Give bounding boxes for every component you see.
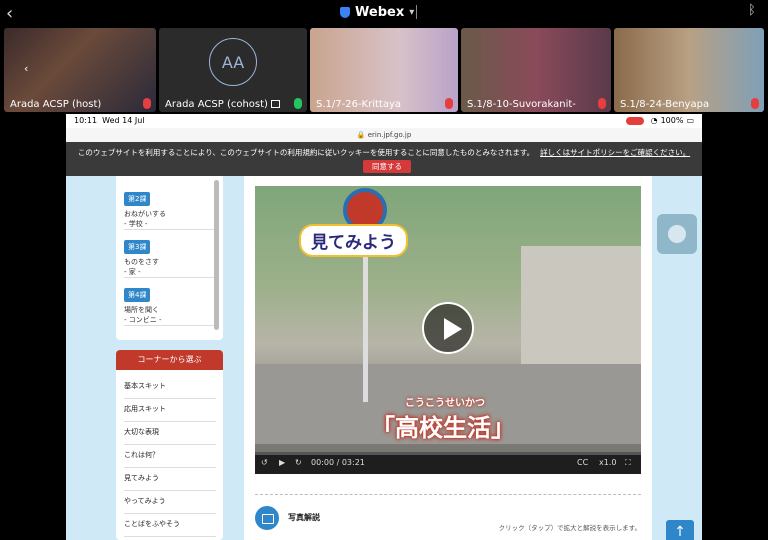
- bluetooth-icon[interactable]: ᛒ: [748, 3, 756, 18]
- photo-icon: [255, 506, 279, 530]
- cookie-accept-button[interactable]: 同意する: [363, 160, 411, 173]
- fullscreen-icon[interactable]: ⛶: [625, 458, 631, 468]
- participant-name: Arada ACSP (host): [10, 99, 102, 110]
- lesson-sub: - 家 -: [124, 268, 141, 276]
- photo-section-title: 写真解説: [288, 513, 320, 522]
- chevron-left-icon[interactable]: ‹: [24, 62, 28, 75]
- app-title: Webex: [355, 5, 405, 20]
- participant-tile[interactable]: S.1/8-24-Benyapa: [614, 28, 764, 112]
- corner-item[interactable]: やってみよう: [124, 491, 216, 514]
- url-bar[interactable]: 🔒 erin.jpf.go.jp: [66, 128, 702, 142]
- corner-list: 基本スキット 応用スキット 大切な表現 これは何？ 見てみよう やってみよう こ…: [124, 376, 216, 537]
- photo-section[interactable]: 写真解説 クリック（タップ）で拡大と解説を表示します。: [255, 506, 641, 536]
- video-controls: ↺ ▶ ↻ 00:00 / 03:21 CC x1.0 ⛶: [255, 452, 641, 474]
- lesson-tag: 第4課: [124, 288, 151, 302]
- corner-menu: コーナーから選ぶ 基本スキット 応用スキット 大切な表現 これは何？ 見てみよう…: [116, 350, 223, 540]
- time-display: 00:00 / 03:21: [311, 458, 365, 467]
- segment-title: 見てみよう: [299, 224, 408, 257]
- participant-name: S.1/8-10-Suvorakanit-: [467, 99, 576, 110]
- assistive-touch-button[interactable]: [657, 214, 697, 254]
- list-item[interactable]: 第2課 おねがいする - 学校 -: [124, 182, 215, 230]
- status-right: ◔ 100% ▭: [625, 116, 694, 125]
- scroll-top-button[interactable]: ↑: [666, 520, 694, 540]
- cc-button[interactable]: CC: [577, 458, 588, 467]
- tablet-status-bar: 10:11 Wed 14 Jul ◔ 100% ▭: [66, 114, 702, 128]
- corner-item[interactable]: 応用スキット: [124, 399, 216, 422]
- sign-pole: [363, 232, 368, 402]
- corner-header: コーナーから選ぶ: [116, 350, 223, 370]
- screen: ‹ Webex ▾ ᛒ ‹ Arada ACSP (host) AA Arada…: [0, 0, 768, 540]
- mic-muted-icon: [445, 98, 453, 109]
- caption-furigana: こうこうせいかつ: [405, 398, 485, 409]
- lesson-tag: 第3課: [124, 240, 151, 254]
- participant-tile[interactable]: S.1/8-10-Suvorakanit-: [461, 28, 611, 112]
- arrow-up-icon: ↑: [674, 524, 686, 540]
- share-screen-icon: [270, 100, 280, 108]
- corner-item[interactable]: ことばをふやそう: [124, 514, 216, 537]
- scrollbar[interactable]: [214, 180, 219, 330]
- list-item[interactable]: 第4課 場所を聞く - コンビニ -: [124, 278, 215, 326]
- webex-top-bar: ‹ Webex ▾ ᛒ: [0, 0, 768, 26]
- divider: [255, 494, 641, 495]
- lesson-sub: - コンビニ -: [124, 316, 162, 324]
- corner-item[interactable]: これは何？: [124, 445, 216, 468]
- participant-strip: ‹ Arada ACSP (host) AA Arada ACSP (cohos…: [0, 28, 768, 112]
- avatar: AA: [209, 38, 257, 86]
- forward-icon[interactable]: ↻: [295, 458, 302, 467]
- video-scene-building: [521, 246, 641, 366]
- mic-on-icon: [294, 98, 302, 109]
- back-chevron-icon[interactable]: ‹: [6, 3, 13, 24]
- mic-muted-icon: [598, 98, 606, 109]
- divider: [416, 5, 417, 19]
- cookie-policy-link[interactable]: 詳しくはサイトポリシーをご確認ください。: [540, 148, 690, 157]
- lesson-title: 場所を聞く: [124, 306, 159, 314]
- replay-icon[interactable]: ↺: [261, 458, 268, 467]
- wifi-icon: ◔: [650, 116, 658, 125]
- shield-icon: [340, 7, 350, 18]
- play-icon[interactable]: ▶: [279, 458, 285, 467]
- lesson-tag: 第2課: [124, 192, 151, 206]
- lesson-sub: - 学校 -: [124, 220, 148, 228]
- video-caption: 「高校生活」: [371, 414, 515, 442]
- lesson-title: おねがいする: [124, 210, 166, 218]
- lesson-list: 第2課 おねがいする - 学校 - 第3課 ものをさす - 家 - 第4課 場所を聞…: [116, 176, 223, 340]
- participant-tile[interactable]: AA Arada ACSP (cohost): [159, 28, 307, 112]
- chevron-down-icon: ▾: [409, 7, 415, 18]
- cookie-banner: このウェブサイトを利用することにより、このウェブサイトの利用規約に従いクッキーを…: [66, 142, 702, 176]
- battery-percent: 100%: [660, 116, 684, 125]
- play-button[interactable]: [422, 302, 474, 354]
- url-text: erin.jpf.go.jp: [367, 131, 412, 139]
- progress-bar[interactable]: [255, 452, 641, 455]
- corner-item[interactable]: 見てみよう: [124, 468, 216, 491]
- shared-screen: 10:11 Wed 14 Jul ◔ 100% ▭ 🔒 erin.jpf.go.…: [66, 114, 702, 540]
- status-time: 10:11 Wed 14 Jul: [74, 116, 145, 125]
- main-content: 見てみよう こうこうせいかつ 「高校生活」 ↺ ▶ ↻ 00:00 / 03:2…: [244, 176, 652, 540]
- corner-item[interactable]: 基本スキット: [124, 376, 216, 399]
- participant-name: S.1/7-26-Krittaya: [316, 99, 402, 110]
- video-player[interactable]: 見てみよう こうこうせいかつ 「高校生活」 ↺ ▶ ↻ 00:00 / 03:2…: [255, 186, 641, 474]
- speed-button[interactable]: x1.0: [599, 458, 616, 467]
- participant-name: S.1/8-24-Benyapa: [620, 99, 710, 110]
- mic-muted-icon: [751, 98, 759, 109]
- participant-tile[interactable]: S.1/7-26-Krittaya: [310, 28, 458, 112]
- corner-item[interactable]: 大切な表現: [124, 422, 216, 445]
- participant-name-wrap: Arada ACSP (cohost): [165, 99, 280, 110]
- photo-section-note: クリック（タップ）で拡大と解説を表示します。: [498, 524, 641, 532]
- recording-icon: [625, 116, 644, 125]
- webex-title-menu[interactable]: Webex ▾: [340, 5, 414, 20]
- list-item[interactable]: 第3課 ものをさす - 家 -: [124, 230, 215, 278]
- participant-name: Arada ACSP (cohost): [165, 99, 268, 110]
- lesson-title: ものをさす: [124, 258, 159, 266]
- cookie-text: このウェブサイトを利用することにより、このウェブサイトの利用規約に従いクッキーを…: [77, 148, 535, 157]
- mic-muted-icon: [143, 98, 151, 109]
- battery-icon: ▭: [686, 116, 694, 125]
- participant-tile[interactable]: ‹ Arada ACSP (host): [4, 28, 156, 112]
